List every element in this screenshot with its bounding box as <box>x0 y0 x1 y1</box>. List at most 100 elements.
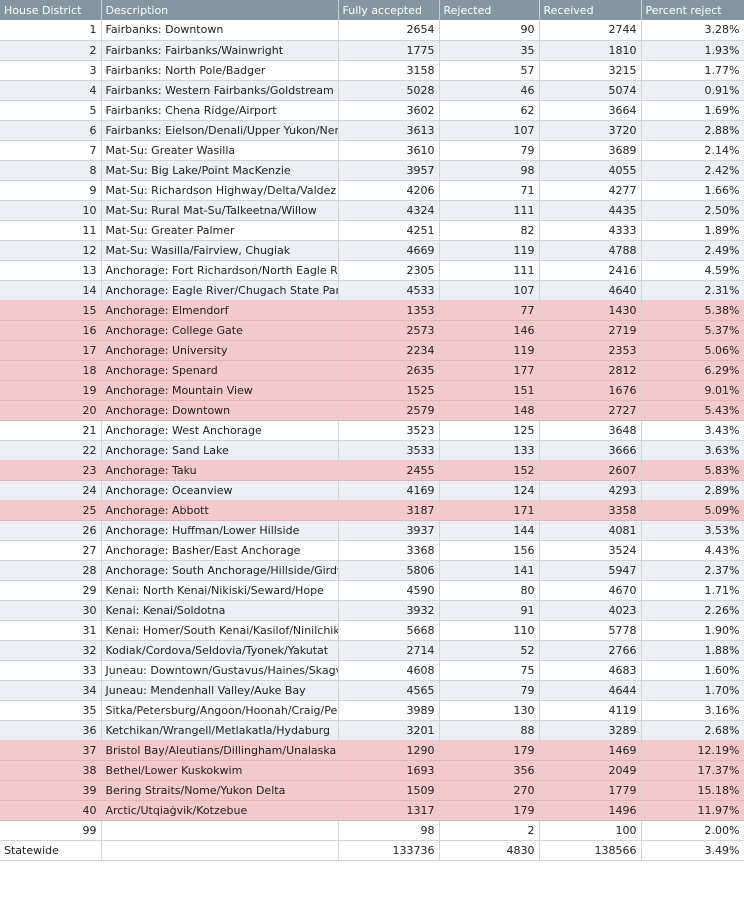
table-row[interactable]: 18 Anchorage: Spenard 2635 177 2812 6.29% <box>0 360 744 381</box>
cell-percent-reject: 5.37% <box>641 320 744 341</box>
cell-description: Mat-Su: Richardson Highway/Delta/Valdez <box>101 180 339 201</box>
table-row[interactable]: 21 Anchorage: West Anchorage 3523 125 3648 3.… <box>0 420 744 441</box>
cell-fully-accepted: 2455 <box>338 460 440 481</box>
table-row[interactable]: 38 Bethel/Lower Kuskokwim 1693 356 2049 17.37… <box>0 760 744 781</box>
cell-fully-accepted: 4251 <box>338 220 440 241</box>
cell-percent-reject: 3.53% <box>641 520 744 541</box>
cell-fully-accepted: 4669 <box>338 240 440 261</box>
table-row[interactable]: 26 Anchorage: Huffman/Lower Hillside 3937 1… <box>0 520 744 541</box>
cell-total-percent-reject: 3.49% <box>641 840 744 861</box>
col-header-fully-accepted[interactable]: Fully accepted <box>338 0 440 20</box>
table-row[interactable]: 1 Fairbanks: Downtown 2654 90 2744 3.28% <box>0 20 744 41</box>
table-row[interactable]: 17 Anchorage: University 2234 119 2353 5.06% <box>0 340 744 361</box>
cell-fully-accepted: 3523 <box>338 420 440 441</box>
cell-fully-accepted: 3368 <box>338 540 440 561</box>
table-row[interactable]: 7 Mat-Su: Greater Wasilla 3610 79 3689 2.14% <box>0 140 744 161</box>
cell-house-district: 14 <box>0 280 102 301</box>
cell-description: Juneau: Mendenhall Valley/Auke Bay <box>101 680 339 701</box>
table-row[interactable]: 8 Mat-Su: Big Lake/Point MacKenzie 3957 98 4… <box>0 160 744 181</box>
table-row[interactable]: 14 Anchorage: Eagle River/Chugach State P… <box>0 280 744 301</box>
table-row[interactable]: 9 Mat-Su: Richardson Highway/Delta/Valdez… <box>0 180 744 201</box>
col-header-percent-reject[interactable]: Percent reject <box>641 0 744 20</box>
col-header-rejected[interactable]: Rejected <box>439 0 540 20</box>
cell-percent-reject: 2.68% <box>641 720 744 741</box>
table-row[interactable]: 37 Bristol Bay/Aleutians/Dillingham/Unala… <box>0 740 744 761</box>
cell-rejected: 80 <box>439 580 540 601</box>
cell-received: 4119 <box>539 700 642 721</box>
table-row[interactable]: 12 Mat-Su: Wasilla/Fairview, Chugiak 4669 1… <box>0 240 744 261</box>
table-row[interactable]: 36 Ketchikan/Wrangell/Metlakatla/Hydaburg… <box>0 720 744 741</box>
cell-rejected: 82 <box>439 220 540 241</box>
cell-fully-accepted: 2573 <box>338 320 440 341</box>
table-row[interactable]: 32 Kodiak/Cordova/Seldovia/Tyonek/Yakutat… <box>0 640 744 661</box>
cell-percent-reject: 9.01% <box>641 380 744 401</box>
cell-percent-reject: 2.50% <box>641 200 744 221</box>
table-row[interactable]: 19 Anchorage: Mountain View 1525 151 1676 9.0… <box>0 380 744 401</box>
cell-received: 4644 <box>539 680 642 701</box>
cell-house-district: 31 <box>0 620 102 641</box>
cell-percent-reject: 2.14% <box>641 140 744 161</box>
cell-fully-accepted: 4533 <box>338 280 440 301</box>
table-row[interactable]: 28 Anchorage: South Anchorage/Hillside/Gi… <box>0 560 744 581</box>
cell-fully-accepted: 2654 <box>338 20 440 41</box>
cell-received: 4435 <box>539 200 642 221</box>
statewide-total-row[interactable]: Statewide 133736 4830 138566 3.49% <box>0 840 744 861</box>
cell-percent-reject: 4.59% <box>641 260 744 281</box>
cell-description: Fairbanks: Fairbanks/Wainwright <box>101 40 339 61</box>
table-row[interactable]: 6 Fairbanks: Eielson/Denali/Upper Yukon/N… <box>0 120 744 141</box>
cell-house-district: 6 <box>0 120 102 141</box>
table-row[interactable]: 25 Anchorage: Abbott 3187 171 3358 5.09% <box>0 500 744 521</box>
col-header-received[interactable]: Received <box>539 0 642 20</box>
cell-description: Sitka/Petersburg/Angoon/Hoonah/Craig/Pe <box>101 700 339 721</box>
cell-description: Fairbanks: Western Fairbanks/Goldstream <box>101 80 339 101</box>
cell-rejected: 119 <box>439 240 540 261</box>
table-row[interactable]: 24 Anchorage: Oceanview 4169 124 4293 2.89% <box>0 480 744 501</box>
table-row[interactable]: 99 98 2 100 2.00% <box>0 820 744 841</box>
cell-house-district: 15 <box>0 300 102 321</box>
col-header-description[interactable]: Description <box>101 0 339 20</box>
col-header-house-district[interactable]: House District <box>0 0 102 20</box>
cell-description: Anchorage: Taku <box>101 460 339 481</box>
cell-percent-reject: 2.00% <box>641 820 744 841</box>
table-row[interactable]: 27 Anchorage: Basher/East Anchorage 3368 15… <box>0 540 744 561</box>
cell-rejected: 156 <box>439 540 540 561</box>
cell-description: Kenai: North Kenai/Nikiski/Seward/Hope <box>101 580 339 601</box>
cell-fully-accepted: 5806 <box>338 560 440 581</box>
table-row[interactable]: 40 Arctic/Utqiaġvik/Kotzebue 1317 179 1496 11… <box>0 800 744 821</box>
table-row[interactable]: 11 Mat-Su: Greater Palmer 4251 82 4333 1.89% <box>0 220 744 241</box>
table-row[interactable]: 29 Kenai: North Kenai/Nikiski/Seward/Hope… <box>0 580 744 601</box>
table-row[interactable]: 33 Juneau: Downtown/Gustavus/Haines/Skagv… <box>0 660 744 681</box>
table-row[interactable]: 4 Fairbanks: Western Fairbanks/Goldstream… <box>0 80 744 101</box>
table-row[interactable]: 22 Anchorage: Sand Lake 3533 133 3666 3.63% <box>0 440 744 461</box>
table-row[interactable]: 39 Bering Straits/Nome/Yukon Delta 1509 270… <box>0 780 744 801</box>
cell-received: 2719 <box>539 320 642 341</box>
table-row[interactable]: 5 Fairbanks: Chena Ridge/Airport 3602 62 366… <box>0 100 744 121</box>
table-row[interactable]: 20 Anchorage: Downtown 2579 148 2727 5.43% <box>0 400 744 421</box>
table-row[interactable]: 34 Juneau: Mendenhall Valley/Auke Bay 4565… <box>0 680 744 701</box>
cell-fully-accepted: 3937 <box>338 520 440 541</box>
cell-description: Mat-Su: Rural Mat-Su/Talkeetna/Willow <box>101 200 339 221</box>
table-row[interactable]: 15 Anchorage: Elmendorf 1353 77 1430 5.38% <box>0 300 744 321</box>
cell-percent-reject: 2.88% <box>641 120 744 141</box>
cell-description: Mat-Su: Greater Palmer <box>101 220 339 241</box>
table-row[interactable]: 35 Sitka/Petersburg/Angoon/Hoonah/Craig/P… <box>0 700 744 721</box>
table-row[interactable]: 3 Fairbanks: North Pole/Badger 3158 57 3215 1… <box>0 60 744 81</box>
table-row[interactable]: 30 Kenai: Kenai/Soldotna 3932 91 4023 2.26% <box>0 600 744 621</box>
table-row[interactable]: 10 Mat-Su: Rural Mat-Su/Talkeetna/Willow 4… <box>0 200 744 221</box>
cell-percent-reject: 6.29% <box>641 360 744 381</box>
header-row: House District Description Fully accepte… <box>0 0 744 20</box>
table-row[interactable]: 13 Anchorage: Fort Richardson/North Eagle… <box>0 260 744 281</box>
table-row[interactable]: 2 Fairbanks: Fairbanks/Wainwright 1775 35 18… <box>0 40 744 61</box>
cell-percent-reject: 1.69% <box>641 100 744 121</box>
table-row[interactable]: 31 Kenai: Homer/South Kenai/Kasilof/Ninil… <box>0 620 744 641</box>
cell-received: 1779 <box>539 780 642 801</box>
cell-house-district: 25 <box>0 500 102 521</box>
cell-percent-reject: 5.83% <box>641 460 744 481</box>
cell-house-district: 4 <box>0 80 102 101</box>
cell-house-district: 12 <box>0 240 102 261</box>
table-row[interactable]: 23 Anchorage: Taku 2455 152 2607 5.83% <box>0 460 744 481</box>
table-row[interactable]: 16 Anchorage: College Gate 2573 146 2719 5.37… <box>0 320 744 341</box>
cell-rejected: 2 <box>439 820 540 841</box>
cell-house-district: 16 <box>0 320 102 341</box>
cell-received: 3215 <box>539 60 642 81</box>
